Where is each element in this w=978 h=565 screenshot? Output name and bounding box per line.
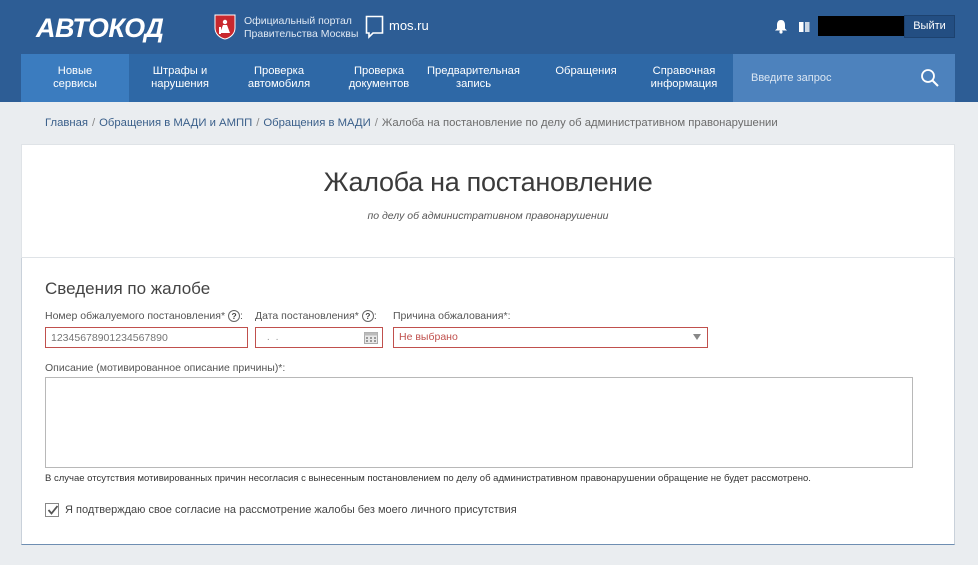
nav-item-appointment[interactable]: Предварительная запись — [421, 54, 526, 102]
nav-item-reference-info[interactable]: Справочная информация — [635, 54, 733, 102]
avtokod-logo[interactable]: АВТОКОД — [36, 13, 164, 44]
description-label: Описание (мотивированное описание причин… — [45, 362, 286, 374]
decree-number-input[interactable] — [45, 327, 248, 348]
chevron-down-icon — [693, 334, 701, 340]
breadcrumb: Главная / Обращения в МАДИ и АМПП / Обращени… — [45, 117, 778, 129]
user-name-redacted[interactable] — [818, 16, 904, 36]
gov-portal-label[interactable]: Официальный портал Правительства Москвы — [244, 15, 358, 41]
decree-number-label: Номер обжалуемого постановления*?: — [45, 310, 243, 323]
checkmark-icon — [47, 505, 59, 515]
search-icon[interactable] — [920, 68, 940, 88]
main-navigation: Новые сервисы Штрафы и нарушения Проверка а… — [0, 54, 978, 102]
description-textarea[interactable] — [45, 377, 913, 468]
nav-item-new-services[interactable]: Новые сервисы — [21, 54, 129, 102]
title-card: Жалоба на постановление по делу об админ… — [21, 144, 955, 258]
breadcrumb-madi-ampp[interactable]: Обращения в МАДИ и АМПП — [99, 117, 252, 129]
reason-select[interactable]: Не выбрано — [393, 327, 708, 348]
nav-item-appeals[interactable]: Обращения — [541, 54, 631, 102]
nav-menu: Новые сервисы Штрафы и нарушения Проверка а… — [21, 54, 733, 102]
nav-item-fines[interactable]: Штрафы и нарушения — [129, 54, 231, 102]
page-title: Жалоба на постановление — [323, 167, 653, 197]
breadcrumb-madi[interactable]: Обращения в МАДИ — [263, 117, 370, 129]
page-subtitle: по делу об административном правонарушен… — [367, 210, 609, 222]
section-title: Сведения по жалобе — [45, 279, 211, 298]
calendar-icon[interactable] — [364, 331, 378, 344]
complaint-form: Сведения по жалобе Номер обжалуемого пос… — [21, 258, 955, 545]
top-header: АВТОКОД Официальный портал Правительства… — [0, 0, 978, 54]
nav-item-documents-check[interactable]: Проверка документов — [327, 54, 431, 102]
breadcrumb-current: Жалоба на постановление по делу об админ… — [381, 117, 778, 129]
consent-label[interactable]: Я подтверждаю свое согласие на рассмотре… — [65, 504, 517, 516]
help-icon[interactable]: ? — [228, 310, 241, 323]
logout-button[interactable]: Выйти — [904, 15, 955, 38]
help-icon[interactable]: ? — [361, 310, 374, 323]
mos-ru-icon[interactable] — [365, 15, 384, 39]
site-search — [733, 54, 955, 102]
reason-label: Причина обжалования*: — [393, 310, 511, 322]
bell-icon[interactable] — [774, 19, 788, 34]
breadcrumb-home[interactable]: Главная — [45, 117, 88, 129]
search-input[interactable] — [751, 70, 911, 86]
decree-date-input[interactable]: . . — [255, 327, 383, 348]
book-icon[interactable] — [799, 21, 810, 33]
nav-item-vehicle-check[interactable]: Проверка автомобиля — [231, 54, 327, 102]
description-note: В случае отсутствия мотивированных причи… — [45, 473, 811, 484]
decree-date-label: Дата постановления*?: — [255, 310, 377, 323]
moscow-emblem-icon[interactable] — [214, 14, 236, 40]
mos-ru-label[interactable]: mos.ru — [389, 18, 429, 33]
consent-checkbox[interactable] — [45, 503, 59, 517]
